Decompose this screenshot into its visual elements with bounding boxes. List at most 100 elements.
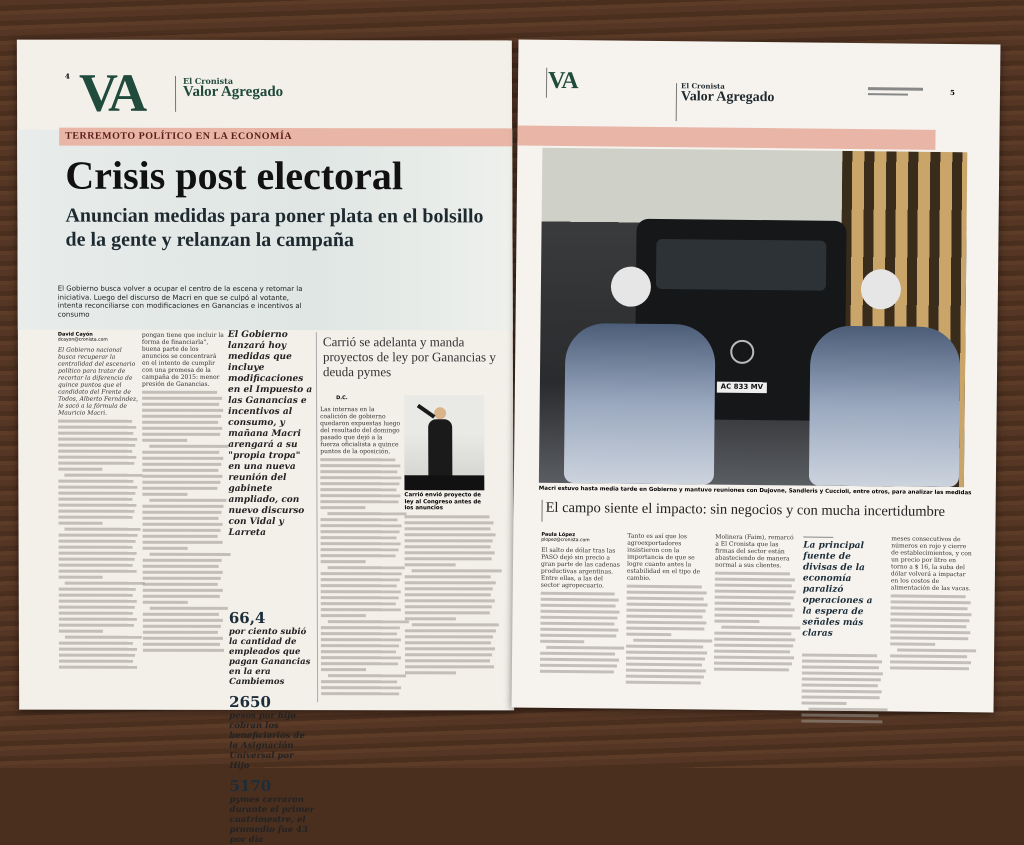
text-line bbox=[801, 713, 879, 718]
text-line bbox=[58, 569, 137, 573]
text-line bbox=[714, 595, 794, 600]
text-line bbox=[539, 669, 615, 674]
va-logo: VA bbox=[78, 62, 145, 123]
text-line bbox=[540, 609, 620, 614]
text-line bbox=[142, 456, 224, 460]
text-line bbox=[320, 644, 399, 648]
text-line bbox=[142, 414, 221, 418]
text-line bbox=[625, 680, 702, 685]
text-line bbox=[142, 558, 222, 562]
text-line bbox=[320, 506, 366, 510]
text-line bbox=[58, 431, 134, 435]
body-text-lines bbox=[625, 584, 713, 685]
article-column-2: Tanto es así que los agroexportadores in… bbox=[625, 533, 713, 688]
text-line bbox=[714, 613, 793, 618]
text-line bbox=[58, 605, 135, 609]
text-line bbox=[142, 612, 220, 616]
text-line bbox=[327, 674, 407, 678]
text-line bbox=[404, 539, 493, 543]
text-line bbox=[626, 632, 672, 637]
text-line bbox=[540, 627, 619, 632]
text-line bbox=[58, 659, 133, 663]
text-line bbox=[142, 522, 223, 526]
body-text-lines bbox=[58, 419, 145, 669]
text-line bbox=[58, 503, 137, 507]
text-line bbox=[320, 632, 398, 636]
text-line bbox=[142, 396, 222, 400]
text-line bbox=[142, 420, 219, 424]
license-plate: AC 833 MV bbox=[716, 381, 767, 394]
helmet bbox=[610, 266, 652, 307]
text-line bbox=[142, 432, 221, 436]
text-line bbox=[404, 587, 494, 591]
text-line bbox=[320, 608, 401, 612]
text-line bbox=[714, 631, 792, 636]
text-line bbox=[320, 482, 400, 486]
text-line bbox=[404, 593, 491, 597]
text-line bbox=[142, 528, 221, 532]
text-line bbox=[540, 591, 615, 596]
text-line bbox=[320, 464, 400, 468]
text-line bbox=[626, 644, 704, 649]
text-line bbox=[404, 647, 496, 651]
text-line bbox=[58, 593, 134, 597]
text-line bbox=[58, 497, 133, 501]
body-text-lines bbox=[889, 594, 977, 671]
text-line bbox=[626, 602, 708, 607]
text-line bbox=[320, 578, 400, 582]
text-line bbox=[404, 515, 490, 519]
text-line bbox=[58, 551, 138, 555]
body-text-lines bbox=[539, 591, 625, 674]
column-text: Molinera (Faim), remarcó a El Cronista q… bbox=[714, 533, 794, 570]
secondary-headline: Carrió se adelanta y manda proyectos de … bbox=[322, 334, 496, 380]
text-line bbox=[546, 645, 625, 650]
text-line bbox=[321, 692, 400, 696]
text-line bbox=[714, 607, 795, 612]
text-line bbox=[320, 494, 401, 498]
text-line bbox=[714, 601, 791, 606]
text-line bbox=[320, 500, 399, 504]
secondary-lead: Las internas en la coalición de gobierno… bbox=[320, 406, 401, 456]
stat-3: 5170 pymes cerraron durante el primer cua… bbox=[229, 777, 314, 845]
text-line bbox=[142, 402, 220, 406]
text-line bbox=[714, 589, 796, 594]
text-line bbox=[404, 521, 494, 525]
text-line bbox=[626, 620, 707, 625]
text-line bbox=[714, 583, 792, 588]
text-line bbox=[142, 594, 220, 598]
text-line bbox=[625, 668, 707, 673]
stat-label: pesos por hijo cobran los beneficiarios … bbox=[229, 710, 305, 771]
text-line bbox=[58, 617, 137, 621]
text-line bbox=[626, 614, 703, 619]
text-line bbox=[58, 461, 135, 465]
text-line bbox=[58, 539, 136, 543]
text-line bbox=[404, 629, 496, 633]
text-line bbox=[714, 577, 795, 582]
text-line bbox=[320, 488, 397, 492]
text-line bbox=[142, 570, 224, 574]
text-line bbox=[404, 653, 493, 657]
text-line bbox=[58, 545, 133, 549]
text-line bbox=[142, 426, 223, 430]
text-line bbox=[714, 649, 791, 654]
motorcade-photo: AC 833 MV bbox=[538, 147, 968, 488]
date-line bbox=[867, 87, 924, 91]
photo-caption: Macri estuvo hasta media tarde en Gobier… bbox=[538, 485, 972, 497]
text-line bbox=[142, 438, 188, 442]
newspaper-page-left: 4 VA El Cronista Valor Agregado TERREMOT… bbox=[16, 39, 515, 845]
article-column-1: David Cayón dcayon@cronista.com El Gobie… bbox=[58, 332, 145, 672]
text-line bbox=[64, 473, 143, 477]
text-line bbox=[142, 408, 224, 412]
text-line bbox=[327, 620, 409, 624]
text-line bbox=[320, 656, 401, 660]
text-line bbox=[148, 498, 227, 502]
secondary-byline: D.C. bbox=[336, 395, 348, 402]
text-line bbox=[540, 603, 616, 608]
text-line bbox=[539, 663, 617, 668]
text-line bbox=[58, 599, 138, 603]
text-line bbox=[404, 599, 495, 603]
text-line bbox=[142, 576, 221, 580]
text-line bbox=[142, 534, 219, 538]
text-line bbox=[626, 650, 708, 655]
section-name: Valor Agregado bbox=[182, 83, 284, 101]
